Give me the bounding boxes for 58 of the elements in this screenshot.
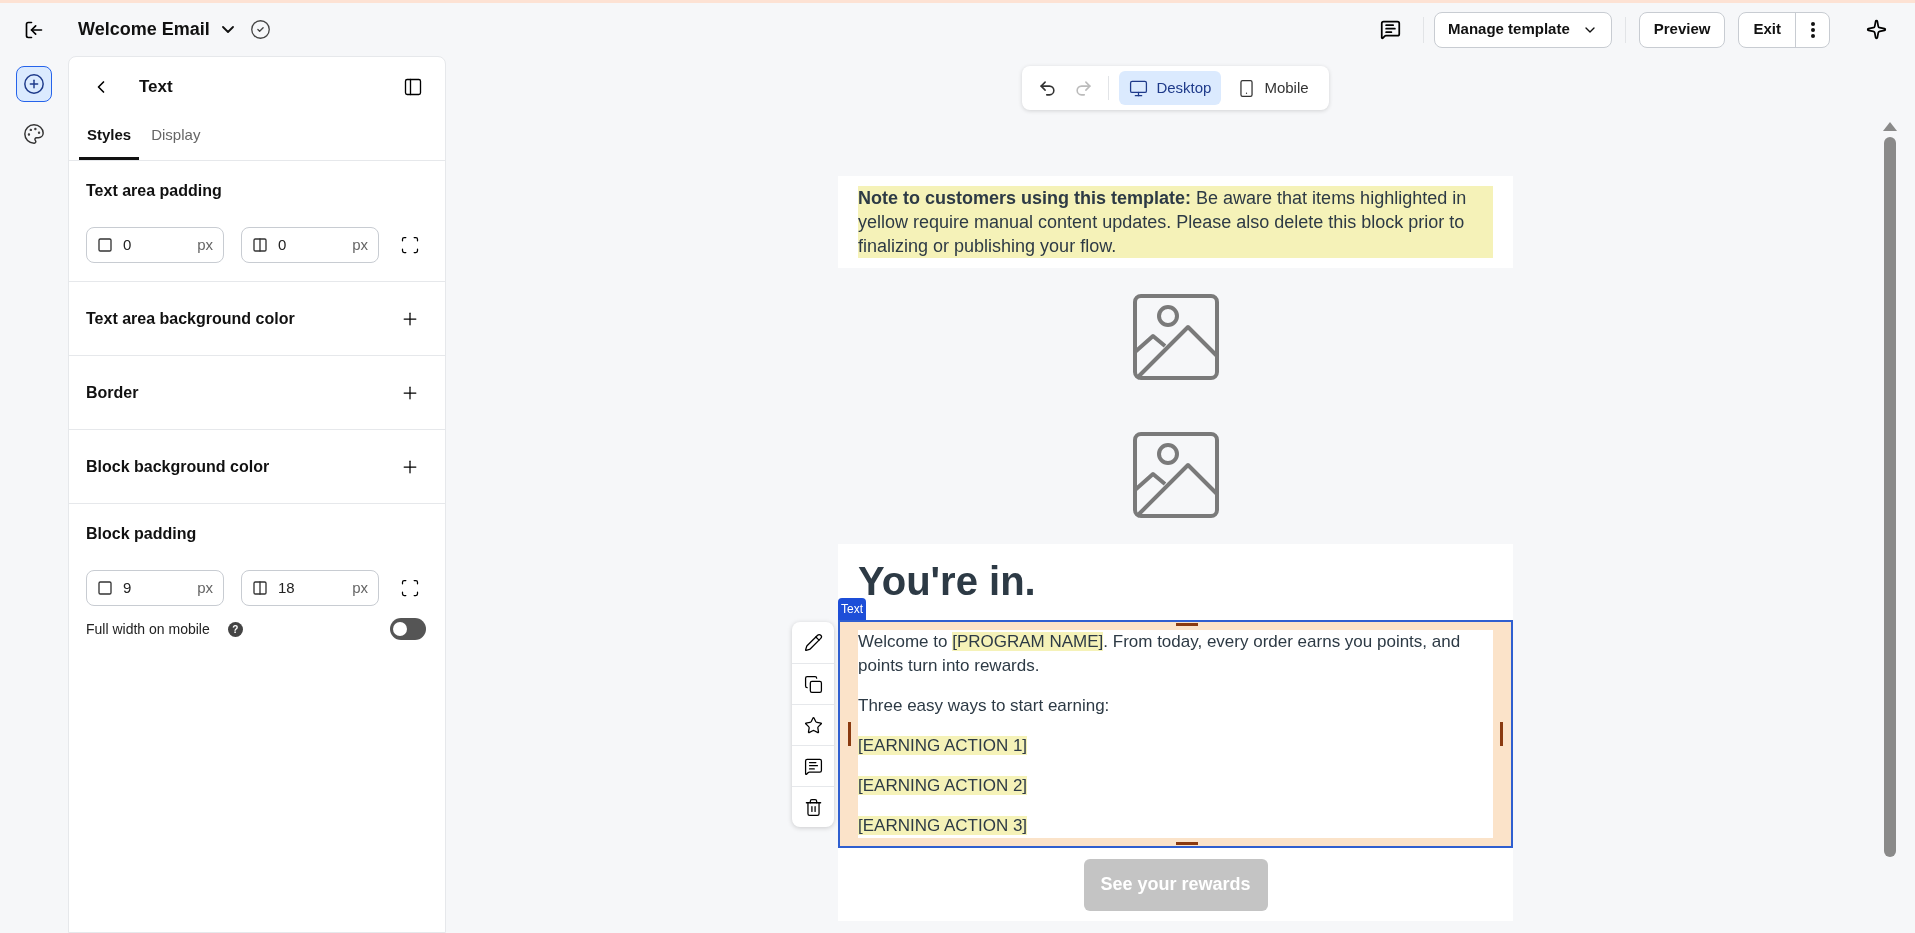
body-paragraph: [EARNING ACTION 2] (858, 775, 1029, 797)
resize-handle[interactable] (1175, 623, 1198, 626)
comments-button[interactable] (1380, 19, 1402, 40)
full-width-toggle[interactable] (390, 618, 426, 640)
panel-title: Text (139, 76, 173, 99)
monitor-icon (1129, 78, 1149, 98)
exit-editor-button[interactable] (24, 19, 44, 40)
field-value: 18 (278, 577, 296, 598)
email-title: Welcome Email (78, 18, 210, 41)
field-value: 0 (123, 234, 133, 255)
scrollbar[interactable] (1883, 122, 1897, 857)
horizontal-padding-icon (252, 580, 268, 596)
chevron-down-icon (221, 26, 234, 33)
image-placeholder-icon (1132, 294, 1219, 380)
vertical-padding-icon (97, 237, 113, 253)
panel-tab[interactable]: Display (143, 113, 209, 160)
panel-tab[interactable]: Styles (79, 113, 140, 160)
padding-input-field[interactable]: 18 px (241, 570, 379, 606)
unit-label: px (352, 577, 368, 598)
body-paragraph: [EARNING ACTION 3] (858, 815, 1029, 837)
saved-check-icon (249, 19, 271, 40)
section-title: Text area background color (86, 308, 295, 329)
horizontal-padding-icon (252, 237, 268, 253)
note-text: Note to customers using this template: Be aware that items highlighted in yellow require manual content updates. Please also delete this block prior to finalizing or publishing your flow. (858, 186, 1493, 258)
image-placeholder-icon (1132, 432, 1219, 518)
field-value: 0 (278, 234, 288, 255)
body-paragraph: [EARNING ACTION 1] (858, 735, 1029, 757)
manage-template-button[interactable]: Manage template (1434, 11, 1612, 48)
section-title: Block padding (86, 524, 197, 544)
device-toggle[interactable]: Desktop (1119, 71, 1222, 105)
panel-toggle-button[interactable] (403, 77, 423, 97)
plus-circle-icon (23, 73, 45, 95)
body-paragraph: Welcome to [PROGRAM NAME]. From today, every order earns you points, and points turn into rewards. (858, 631, 1462, 677)
section-title: Border (86, 382, 139, 403)
vertical-padding-icon (97, 580, 113, 596)
resize-handle[interactable] (1500, 722, 1503, 746)
unit-label: px (352, 234, 368, 255)
section-title: Text area padding (86, 181, 222, 201)
add-block-button[interactable] (16, 66, 52, 102)
padding-input-field[interactable]: 0 px (241, 227, 379, 263)
block-type-tag: Text (838, 598, 866, 620)
preview-button[interactable]: Preview (1638, 11, 1726, 48)
device-toggle[interactable]: Mobile (1227, 71, 1319, 105)
field-value: 9 (123, 577, 133, 598)
toggle-label: Full width on mobile (86, 619, 210, 639)
section-title: Block background color (86, 456, 270, 477)
vertical-dots-icon (1810, 21, 1815, 38)
padding-input-field[interactable]: 0 px (86, 227, 224, 263)
unit-label: px (197, 234, 213, 255)
palette-icon (23, 123, 45, 145)
padding-input-field[interactable]: 9 px (86, 570, 224, 606)
selected-text-block[interactable]: Welcome to [PROGRAM NAME]. From today, every order earns you points, and points turn into rewards. Three easy ways to start earning: [EARNING ACTION 1] [EARNING ACTION 2] [EARNING ACTION 3] (838, 620, 1513, 848)
unit-label: px (197, 577, 213, 598)
title-dropdown-button[interactable] (221, 26, 234, 33)
resize-handle[interactable] (1175, 842, 1198, 845)
help-icon[interactable]: ? (227, 621, 243, 637)
ai-assistant-button[interactable] (1866, 19, 1887, 40)
resize-handle[interactable] (848, 722, 851, 746)
